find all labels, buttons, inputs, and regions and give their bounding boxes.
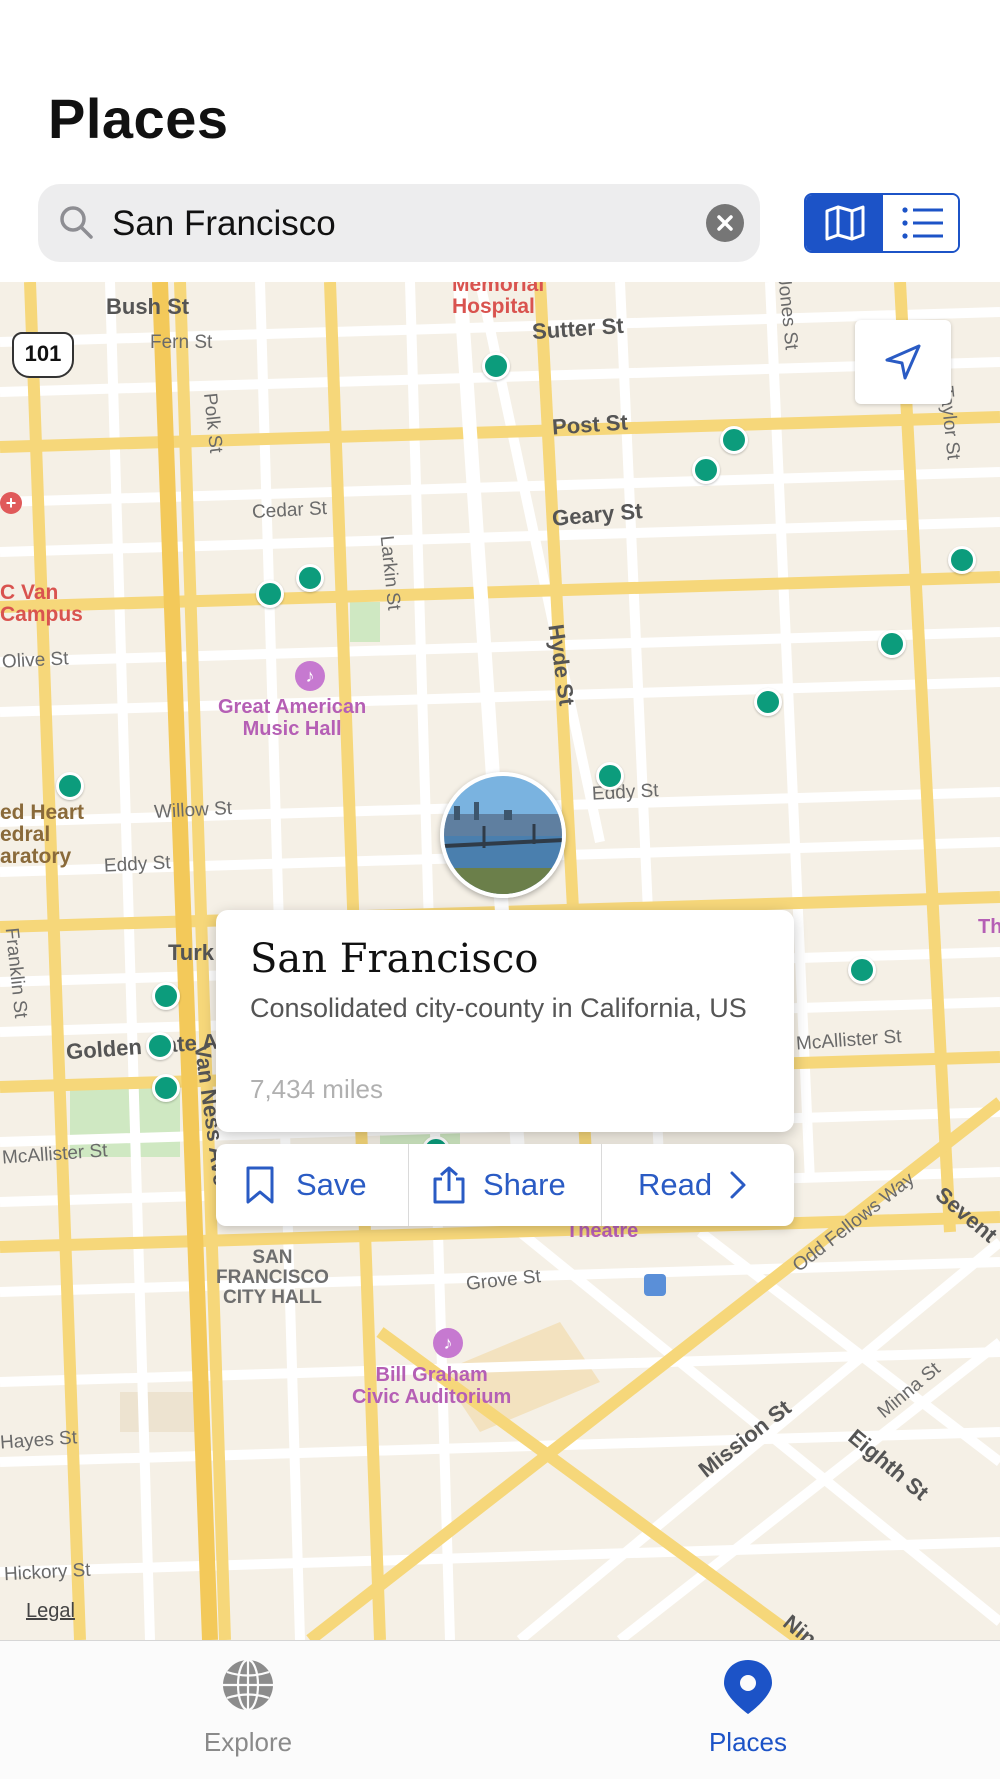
cathedral-label: ed Heart edral aratory	[0, 801, 85, 868]
map-pin[interactable]	[256, 580, 284, 608]
list-icon	[902, 207, 943, 239]
auditorium-label: Bill Graham Civic Auditorium	[352, 1364, 512, 1408]
map-pin[interactable]	[720, 426, 748, 454]
header: Places	[0, 0, 1000, 282]
city-photo	[444, 776, 562, 894]
hospital-label: Memorial Hospital	[452, 282, 545, 318]
current-location-button[interactable]	[855, 320, 951, 404]
street-label: Bush St	[106, 294, 190, 319]
place-distance: 7,434 miles	[250, 1074, 383, 1104]
place-info-card[interactable]: San Francisco Consolidated city-county i…	[216, 910, 794, 1132]
campus-label: C Van Campus	[0, 581, 83, 626]
view-toggle	[804, 193, 960, 253]
music-note-icon: ♪	[433, 1328, 463, 1358]
street-label: Cedar St	[251, 498, 328, 523]
legal-link[interactable]: Legal	[26, 1600, 75, 1623]
street-label: Turk	[168, 940, 215, 965]
location-pin-icon	[724, 1660, 772, 1714]
street-label: Eddy St	[103, 852, 172, 877]
transit-icon	[644, 1274, 666, 1296]
map-pin[interactable]	[152, 982, 180, 1010]
map-pin[interactable]	[878, 630, 906, 658]
share-label: Share	[483, 1167, 566, 1202]
music-note-icon: ♪	[295, 661, 325, 691]
read-label: Read	[638, 1167, 713, 1202]
street-label: Olive St	[1, 648, 70, 673]
save-button[interactable]: Save	[216, 1144, 408, 1226]
map-pin[interactable]	[754, 688, 782, 716]
street-label: Hickory St	[3, 1559, 92, 1586]
map-pin[interactable]	[596, 762, 624, 790]
map-pin[interactable]	[296, 564, 324, 592]
bookmark-icon	[246, 1166, 274, 1204]
tab-bar: Explore Places	[0, 1640, 1000, 1779]
map-pin[interactable]	[152, 1074, 180, 1102]
list-view-button[interactable]	[883, 195, 958, 251]
search-bar[interactable]	[38, 184, 760, 262]
save-label: Save	[296, 1167, 367, 1202]
chevron-right-icon	[730, 1171, 746, 1199]
highway-101-shield: 101	[12, 332, 74, 378]
map-pin[interactable]	[482, 352, 510, 380]
action-bar: Save Share Read	[216, 1144, 794, 1226]
map-icon	[825, 205, 865, 241]
street-label: Fern St	[150, 332, 213, 353]
read-button[interactable]: Read	[602, 1144, 794, 1226]
tab-places[interactable]: Places	[648, 1641, 848, 1779]
map-pin[interactable]	[56, 772, 84, 800]
place-description: Consolidated city-county in California, …	[250, 993, 747, 1023]
street-label: Post St	[551, 409, 629, 440]
map-pin[interactable]	[948, 546, 976, 574]
tab-explore[interactable]: Explore	[148, 1641, 348, 1779]
map-pin[interactable]	[848, 956, 876, 984]
globe-icon	[223, 1658, 273, 1712]
clear-search-icon[interactable]	[706, 204, 744, 242]
place-name: San Francisco	[250, 936, 539, 982]
tab-places-label: Places	[708, 1727, 788, 1757]
san-francisco-photo-marker[interactable]	[440, 772, 566, 898]
map-pin[interactable]	[146, 1032, 174, 1060]
search-icon	[60, 206, 93, 239]
street-label: Willow St	[153, 797, 233, 824]
music-hall-label: Great American Music Hall	[218, 696, 367, 740]
share-button[interactable]: Share	[409, 1144, 601, 1226]
map-view-button[interactable]	[806, 195, 883, 251]
share-icon	[433, 1166, 465, 1204]
location-arrow-icon	[885, 344, 921, 380]
page-title: Places	[48, 87, 229, 150]
city-hall-label: SAN FRANCISCO CITY HALL	[216, 1247, 329, 1308]
search-input[interactable]	[110, 194, 674, 254]
hospital-icon: +	[0, 492, 22, 514]
map-pin[interactable]	[692, 456, 720, 484]
th-label: Th	[978, 916, 1000, 938]
tab-explore-label: Explore	[203, 1727, 293, 1757]
